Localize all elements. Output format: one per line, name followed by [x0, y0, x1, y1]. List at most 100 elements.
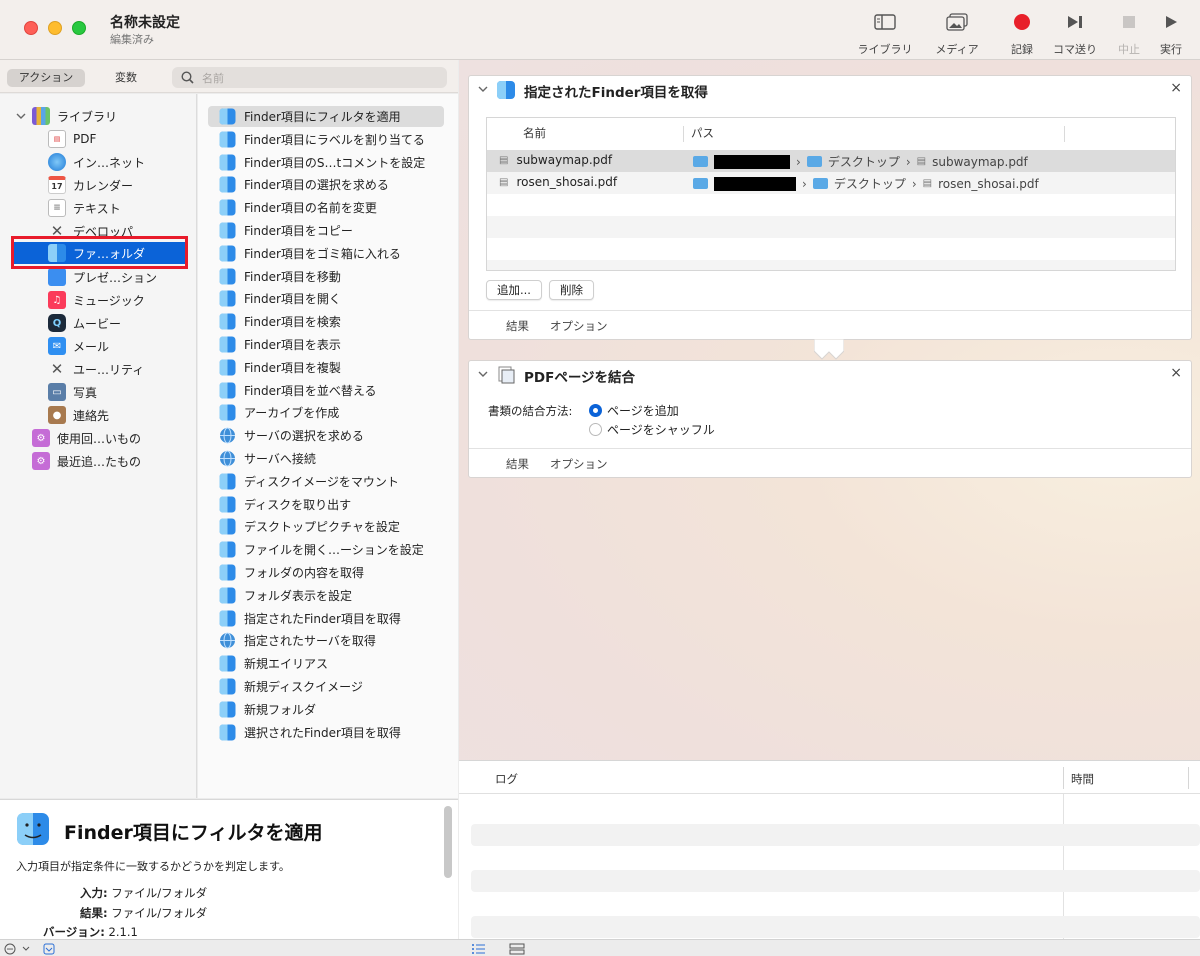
- action-item[interactable]: フォルダ表示を設定: [208, 585, 444, 606]
- action-item[interactable]: ファイルを開く…ーションを設定: [208, 539, 444, 560]
- tab-actions[interactable]: アクション: [7, 69, 85, 87]
- library-item-photos[interactable]: ▭ 写真: [48, 381, 97, 403]
- library-toolbar-button[interactable]: ライブラリ: [855, 8, 915, 57]
- action-item[interactable]: Finder項目にラベルを割り当てる: [208, 129, 444, 150]
- stop-toolbar-button[interactable]: 中止: [1112, 8, 1146, 57]
- finder-icon: [497, 81, 515, 99]
- list-view-icon[interactable]: [471, 943, 485, 955]
- description-scrollbar[interactable]: [444, 806, 452, 878]
- close-window-button[interactable]: [24, 21, 38, 35]
- path-separator-icon: ›: [911, 176, 917, 191]
- options-toggle[interactable]: オプション: [550, 456, 608, 472]
- radio-shuffle-pages[interactable]: ページをシャッフル: [589, 421, 715, 438]
- library-item-utilities[interactable]: ✕ ユー…リティ: [48, 358, 145, 380]
- tab-variables[interactable]: 変数: [95, 69, 157, 87]
- library-item-label: メール: [73, 339, 110, 354]
- action-item[interactable]: サーバの選択を求める: [208, 425, 444, 446]
- results-toggle[interactable]: 結果: [506, 456, 529, 472]
- contacts-icon: ●: [48, 406, 66, 424]
- action-item[interactable]: 新規フォルダ: [208, 699, 444, 720]
- split-view-icon[interactable]: [509, 943, 525, 955]
- action-item[interactable]: Finder項目の名前を変更: [208, 197, 444, 218]
- library-item-presentation[interactable]: プレゼ…ション: [48, 266, 157, 288]
- chevron-down-icon[interactable]: [478, 84, 488, 94]
- action-item[interactable]: Finder項目を検索: [208, 311, 444, 332]
- column-header-path[interactable]: パス: [691, 118, 714, 149]
- action-item[interactable]: ディスクを取り出す: [208, 494, 444, 515]
- smart-group-most-used[interactable]: ⚙ 使用回…いもの: [32, 427, 141, 449]
- action-item[interactable]: アーカイブを作成: [208, 402, 444, 423]
- action-item[interactable]: ディスクイメージをマウント: [208, 471, 444, 492]
- smart-folder-icon: ⚙: [32, 452, 50, 470]
- action-item[interactable]: Finder項目の選択を求める: [208, 174, 444, 195]
- step-toolbar-button[interactable]: コマ送り: [1048, 8, 1102, 57]
- action-item[interactable]: 指定されたサーバを取得: [208, 630, 444, 651]
- stop-icon: [1112, 8, 1146, 36]
- media-toolbar-button[interactable]: メディア: [930, 8, 984, 57]
- library-item-movies[interactable]: Q ムービー: [48, 312, 121, 334]
- library-item-music[interactable]: ♫ ミュージック: [48, 289, 145, 311]
- action-item[interactable]: 新規エイリアス: [208, 653, 444, 674]
- smart-group-label: 使用回…いもの: [57, 431, 142, 446]
- action-item[interactable]: フォルダの内容を取得: [208, 562, 444, 583]
- library-item-label: 写真: [73, 385, 98, 400]
- minimize-window-button[interactable]: [48, 21, 62, 35]
- action-item[interactable]: Finder項目をゴミ箱に入れる: [208, 243, 444, 264]
- action-item-label: ファイルを開く…ーションを設定: [244, 543, 424, 558]
- search-icon: [181, 71, 194, 84]
- log-column-header[interactable]: ログ: [495, 771, 518, 787]
- action-item[interactable]: Finder項目のS…tコメントを設定: [208, 152, 444, 173]
- zoom-window-button[interactable]: [72, 21, 86, 35]
- library-item-pdf[interactable]: ▤ PDF: [48, 128, 96, 150]
- smart-group-recently-added[interactable]: ⚙ 最近追…たもの: [32, 450, 141, 472]
- network-globe-icon: [220, 427, 235, 444]
- run-toolbar-button[interactable]: 実行: [1154, 8, 1188, 57]
- redacted-block: [714, 154, 790, 169]
- card-header: 指定されたFinder項目を取得 ×: [469, 76, 1191, 104]
- table-row[interactable]: ▤ subwaymap.pdf › デスクトップ › ▤ subwaymap.pd…: [487, 150, 1175, 172]
- chevron-down-icon[interactable]: [478, 369, 488, 379]
- action-item[interactable]: Finder項目を開く: [208, 288, 444, 309]
- action-item[interactable]: 新規ディスクイメージ: [208, 676, 444, 697]
- column-header-name[interactable]: 名前: [523, 118, 546, 149]
- action-item[interactable]: Finder項目を複製: [208, 357, 444, 378]
- log-row: [471, 870, 1200, 892]
- action-item-label: 新規フォルダ: [244, 702, 317, 717]
- description-result: 結果: ファイル/フォルダ: [80, 906, 208, 920]
- radio-append-pages[interactable]: ページを追加: [589, 402, 679, 419]
- library-root[interactable]: ライブラリ: [16, 105, 117, 127]
- library-item-contacts[interactable]: ● 連絡先: [48, 404, 109, 426]
- action-item[interactable]: Finder項目をコピー: [208, 220, 444, 241]
- library-item-internet[interactable]: イン…ネット: [48, 151, 145, 173]
- action-item[interactable]: Finder項目を表示: [208, 334, 444, 355]
- action-item[interactable]: Finder項目を並べ替える: [208, 380, 444, 401]
- time-column-header[interactable]: 時間: [1071, 771, 1094, 787]
- library-item-calendar[interactable]: 17 カレンダー: [48, 174, 133, 196]
- finder-icon: [219, 610, 236, 627]
- finder-icon: [219, 404, 236, 421]
- action-item[interactable]: 選択されたFinder項目を取得: [208, 722, 444, 743]
- library-item-label: イン…ネット: [73, 155, 146, 170]
- close-card-button[interactable]: ×: [1170, 80, 1182, 96]
- options-toggle[interactable]: オプション: [550, 318, 608, 334]
- close-card-button[interactable]: ×: [1170, 365, 1182, 381]
- action-item[interactable]: 指定されたFinder項目を取得: [208, 608, 444, 629]
- description-toggle-icon[interactable]: [43, 943, 55, 955]
- path-cell: › デスクトップ › ▤ subwaymap.pdf: [693, 153, 1028, 170]
- action-item[interactable]: デスクトップピクチャを設定: [208, 516, 444, 537]
- remove-button[interactable]: 削除: [549, 280, 594, 300]
- search-input[interactable]: 名前: [172, 67, 447, 88]
- library-item-text[interactable]: ≡ テキスト: [48, 197, 121, 219]
- action-item-label: Finder項目を並べ替える: [244, 383, 377, 398]
- action-item[interactable]: Finder項目にフィルタを適用: [208, 106, 444, 127]
- library-item-mail[interactable]: ✉ メール: [48, 335, 109, 357]
- action-item[interactable]: サーバへ接続: [208, 448, 444, 469]
- more-options-icon[interactable]: [4, 943, 34, 955]
- add-button[interactable]: 追加...: [486, 280, 542, 300]
- results-toggle[interactable]: 結果: [506, 318, 529, 334]
- folder-icon: [812, 178, 828, 189]
- record-toolbar-button[interactable]: 記録: [1005, 8, 1039, 57]
- finder-icon: [219, 176, 236, 193]
- table-row[interactable]: ▤ rosen_shosai.pdf › デスクトップ › ▤ rosen_sho…: [487, 172, 1175, 194]
- action-item[interactable]: Finder項目を移動: [208, 266, 444, 287]
